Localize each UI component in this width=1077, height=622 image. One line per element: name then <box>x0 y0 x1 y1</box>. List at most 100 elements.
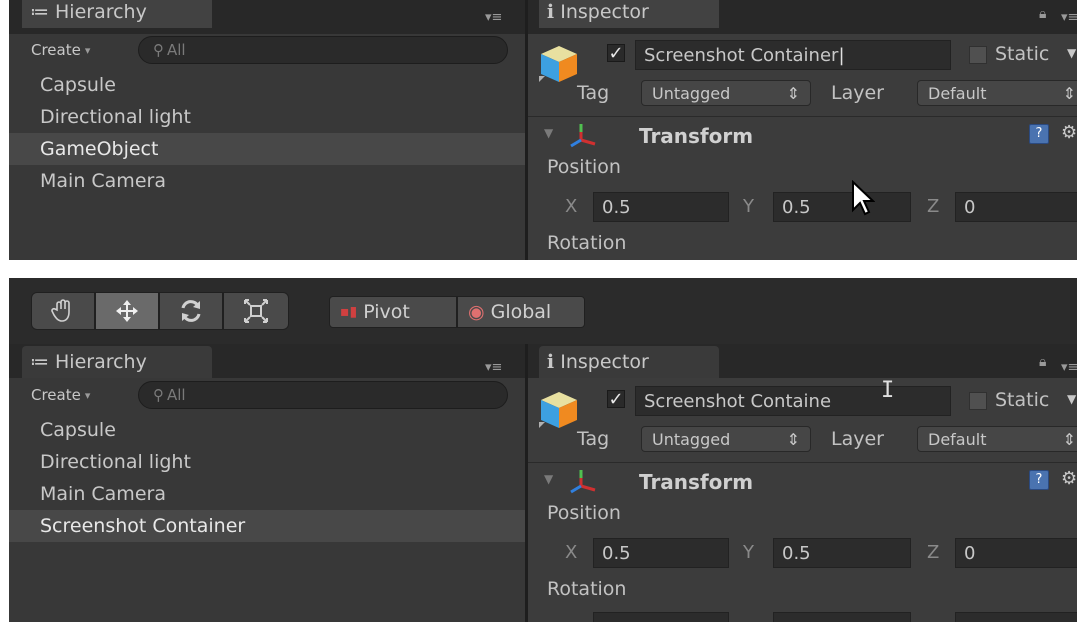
gear-icon[interactable]: ⚙ <box>1061 122 1077 143</box>
position-y-field[interactable]: 0.5 <box>773 538 911 568</box>
move-icon <box>116 300 138 322</box>
create-label: Create <box>31 386 81 404</box>
hierarchy-item-capsule[interactable]: Capsule <box>9 69 525 101</box>
hierarchy-search-input[interactable]: ⚲ All <box>138 381 508 409</box>
position-z-label: Z <box>927 542 940 563</box>
position-x-field[interactable]: 0.5 <box>593 538 729 568</box>
updown-icon: ⇕ <box>1062 83 1076 103</box>
static-label: Static <box>995 389 1050 411</box>
position-y-value: 0.5 <box>782 542 811 564</box>
help-icon[interactable]: ? <box>1029 470 1049 490</box>
static-checkbox[interactable] <box>969 46 987 64</box>
scale-tool-button[interactable] <box>223 292 289 330</box>
updown-icon: ⇕ <box>786 83 800 103</box>
rotation-label: Rotation <box>547 578 627 600</box>
rotation-z-field[interactable] <box>955 612 1077 622</box>
component-divider <box>528 116 1077 117</box>
hierarchy-tab[interactable]: ≔ Hierarchy <box>22 0 212 28</box>
layer-dropdown[interactable]: Default ⇕ <box>917 80 1077 106</box>
info-icon: ℹ <box>547 1 555 23</box>
hierarchy-item-screenshot-container[interactable]: Screenshot Container <box>9 510 525 542</box>
hierarchy-item-directional-light[interactable]: Directional light <box>9 446 525 478</box>
hand-tool-button[interactable] <box>31 292 95 330</box>
position-z-label: Z <box>927 196 940 217</box>
search-icon: ⚲ <box>153 41 164 59</box>
search-icon: ⚲ <box>153 386 164 404</box>
layer-value: Default <box>928 429 987 449</box>
inspector-tab[interactable]: ℹ Inspector <box>539 0 719 28</box>
list-icon: ≔ <box>30 1 49 23</box>
create-label: Create <box>31 41 81 59</box>
transform-axes-icon <box>570 470 596 494</box>
tag-label: Tag <box>577 82 610 104</box>
rotation-y-field[interactable] <box>773 612 911 622</box>
position-y-field[interactable]: 0.5 <box>773 192 911 222</box>
tag-dropdown[interactable]: Untagged ⇕ <box>641 80 811 106</box>
inspector-tab-label: Inspector <box>560 351 649 373</box>
gameobject-cube-icon <box>539 46 577 82</box>
position-z-field[interactable]: 0 <box>955 192 1077 222</box>
rotation-x-field[interactable] <box>593 612 729 622</box>
list-item-label: Capsule <box>40 419 116 441</box>
position-label: Position <box>547 156 621 178</box>
hierarchy-menu-icon[interactable]: ▾≡ <box>485 10 502 25</box>
move-tool-button[interactable] <box>95 292 159 330</box>
list-item-label: Screenshot Container <box>40 515 246 537</box>
inspector-menu-icon[interactable]: ▾≡ <box>1061 10 1077 25</box>
position-y-label: Y <box>743 196 754 217</box>
layer-dropdown[interactable]: Default ⇕ <box>917 426 1077 452</box>
position-z-value: 0 <box>964 542 976 564</box>
hierarchy-item-directional-light[interactable]: Directional light <box>9 101 525 133</box>
static-label: Static <box>995 43 1050 65</box>
inspector-menu-icon[interactable]: ▾≡ <box>1061 360 1077 375</box>
chevron-down-icon[interactable]: ▼ <box>1067 392 1076 406</box>
inspector-tab[interactable]: ℹ Inspector <box>539 346 719 378</box>
rotate-tool-button[interactable] <box>159 292 223 330</box>
inspector-tab-label: Inspector <box>560 1 649 23</box>
foldout-arrow-icon[interactable]: ▼ <box>544 472 553 486</box>
position-z-value: 0 <box>964 196 976 218</box>
text-ibeam-cursor: I <box>881 378 895 403</box>
lock-icon[interactable]: 🔒︎ <box>1039 6 1046 22</box>
global-toggle-button[interactable]: ◉ Global <box>457 296 585 328</box>
hierarchy-item-main-camera[interactable]: Main Camera <box>9 478 525 510</box>
position-x-value: 0.5 <box>602 542 631 564</box>
position-label: Position <box>547 502 621 524</box>
active-checkbox[interactable]: ✓ <box>607 44 625 63</box>
hierarchy-item-gameobject[interactable]: GameObject <box>9 133 525 165</box>
transform-component-label[interactable]: Transform <box>639 124 753 148</box>
help-icon[interactable]: ? <box>1029 124 1049 144</box>
layer-label: Layer <box>831 82 884 104</box>
list-item-label: Capsule <box>40 74 116 96</box>
name-field-value: Screenshot Container <box>644 44 839 66</box>
position-y-value: 0.5 <box>782 196 811 218</box>
position-z-field[interactable]: 0 <box>955 538 1077 568</box>
tag-dropdown[interactable]: Untagged ⇕ <box>641 426 811 452</box>
hierarchy-tab-label: Hierarchy <box>55 1 147 23</box>
hierarchy-item-main-camera[interactable]: Main Camera <box>9 165 525 197</box>
position-x-field[interactable]: 0.5 <box>593 192 729 222</box>
lock-icon[interactable]: 🔒︎ <box>1039 354 1046 370</box>
hierarchy-search-input[interactable]: ⚲ All <box>138 36 508 64</box>
static-checkbox[interactable] <box>969 392 987 410</box>
foldout-arrow-icon[interactable]: ▼ <box>544 126 553 140</box>
tag-value: Untagged <box>652 429 731 449</box>
hierarchy-item-capsule[interactable]: Capsule <box>9 414 525 446</box>
hierarchy-list: Capsule Directional light Main Camera Sc… <box>9 414 525 542</box>
list-item-label: Main Camera <box>40 483 166 505</box>
transform-component-label[interactable]: Transform <box>639 470 753 494</box>
create-dropdown[interactable]: Create ▾ <box>31 39 90 61</box>
gear-icon[interactable]: ⚙ <box>1061 468 1077 489</box>
create-dropdown[interactable]: Create ▾ <box>31 384 90 406</box>
transform-axes-icon <box>570 124 596 148</box>
pivot-toggle-button[interactable]: ▪▮ Pivot <box>329 296 457 328</box>
global-label: Global <box>490 301 552 323</box>
gameobject-name-field[interactable]: Screenshot Containe <box>635 386 951 416</box>
chevron-down-icon[interactable]: ▼ <box>1067 46 1076 60</box>
component-divider <box>528 462 1077 463</box>
active-checkbox[interactable]: ✓ <box>607 390 625 409</box>
hierarchy-menu-icon[interactable]: ▾≡ <box>485 360 502 375</box>
pivot-label: Pivot <box>363 301 410 323</box>
gameobject-name-field[interactable]: Screenshot Container | <box>635 40 951 70</box>
hierarchy-tab[interactable]: ≔ Hierarchy <box>22 346 212 378</box>
